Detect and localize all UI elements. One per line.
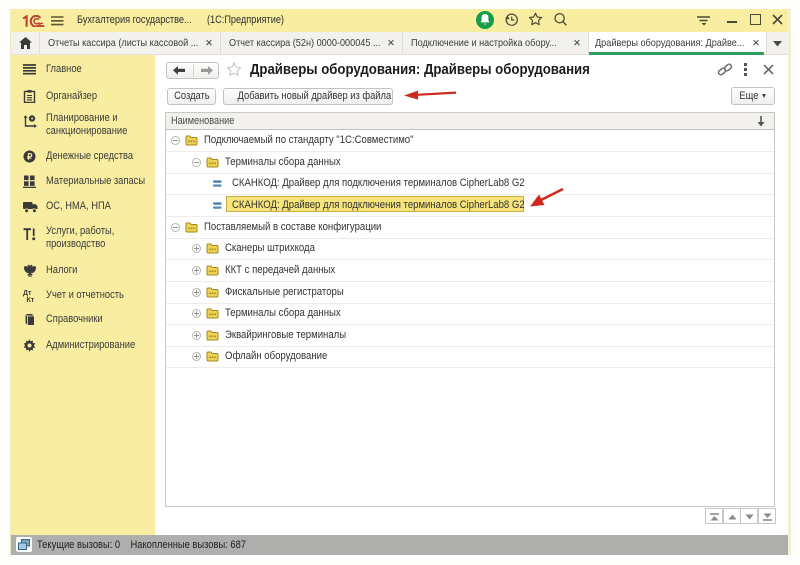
svg-text:Дт: Дт (23, 290, 32, 297)
svg-text:₽: ₽ (27, 152, 33, 162)
svg-text:Кт: Кт (27, 297, 35, 302)
